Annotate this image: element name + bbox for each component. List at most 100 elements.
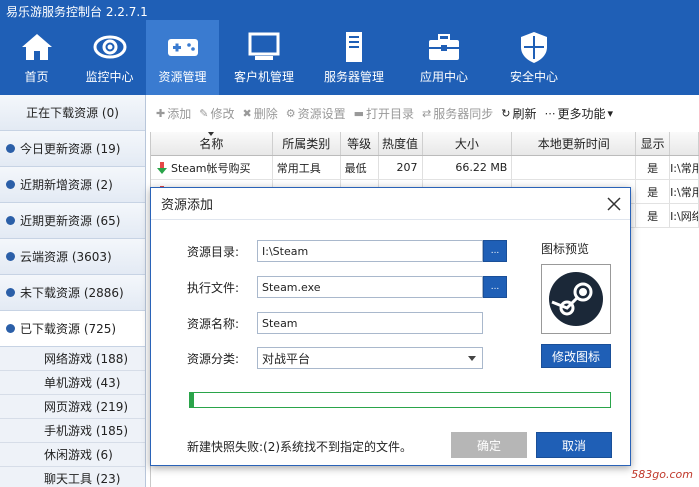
sidebar-item-downloaded[interactable]: 已下载资源 (725) xyxy=(0,311,145,347)
resource-dir-row: 资源目录: I:\Steam ... xyxy=(187,240,507,262)
table-row[interactable]: Steam帐号购买 常用工具 最低 207 66.22 MB 是 I:\常用 xyxy=(151,156,699,180)
resource-name-row: 资源名称: Steam xyxy=(187,312,483,334)
sidebar-item-downloading[interactable]: 正在下载资源 (0) xyxy=(0,95,145,131)
monitor-icon xyxy=(248,32,280,60)
browse-exe-button[interactable]: ... xyxy=(483,276,507,298)
delete-button[interactable]: ✖ 删除 xyxy=(242,105,277,122)
progress-bar xyxy=(189,392,611,408)
column-header-path[interactable] xyxy=(670,132,699,155)
eye-icon xyxy=(93,35,126,59)
nav-resource-management[interactable]: 资源管理 xyxy=(146,20,219,95)
column-header-label: 大小 xyxy=(454,137,479,151)
settings-icon: ⚙ xyxy=(285,106,296,120)
cell-show: 是 xyxy=(636,204,671,227)
column-header-label: 热度值 xyxy=(382,137,419,151)
sidebar-item-recent-added[interactable]: 近期新增资源 (2) xyxy=(0,167,145,203)
sidebar-subitem-casual-games[interactable]: 休闲游戏 (6) xyxy=(0,443,145,467)
cell-category: 常用工具 xyxy=(273,156,341,179)
icon-preview xyxy=(541,264,611,334)
open-dir-label: 打开目录 xyxy=(366,106,415,121)
toolbar: ✚ 添加 ✎ 修改 ✖ 删除 ⚙ 资源设置 ▬ 打开目录 ⇄ 服务器同步 ↻ 刷新 ⋯ 更多功能… xyxy=(150,101,699,125)
nav-security-center[interactable]: 安全中心 xyxy=(489,20,579,95)
nav-home[interactable]: 首页 xyxy=(0,20,73,95)
change-icon-button[interactable]: 修改图标 xyxy=(541,344,611,368)
nav-client-management[interactable]: 客户机管理 xyxy=(219,20,309,95)
main-nav: 首页 监控中心 资源管理 客户机管理 服务器管理 应用中心 安全中心 xyxy=(0,20,579,95)
cell-path: I:\常用 xyxy=(670,180,699,203)
chevron-down-icon: ▾ xyxy=(607,106,614,120)
server-sync-button[interactable]: ⇄ 服务器同步 xyxy=(422,105,493,122)
column-header-category[interactable]: 所属类别 xyxy=(273,132,341,155)
bullet-icon xyxy=(6,324,15,333)
server-icon xyxy=(346,32,362,62)
nav-app-center[interactable]: 应用中心 xyxy=(399,20,489,95)
sidebar-item-cloud[interactable]: 云端资源 (3603) xyxy=(0,239,145,275)
resource-name-label: 资源名称: xyxy=(187,316,240,331)
refresh-icon: ↻ xyxy=(501,106,511,120)
sidebar-item-label: 正在下载资源 (0) xyxy=(26,106,119,120)
column-header-level[interactable]: 等级 xyxy=(341,132,379,155)
sidebar-item-not-downloaded[interactable]: 未下载资源 (2886) xyxy=(0,275,145,311)
cancel-button[interactable]: 取消 xyxy=(536,432,612,458)
cross-icon: ✖ xyxy=(242,106,252,120)
resource-settings-button[interactable]: ⚙ 资源设置 xyxy=(286,105,346,122)
resource-category-select[interactable]: 对战平台 xyxy=(257,347,483,369)
app-header: 易乐游服务控制台 2.2.7.1 首页 监控中心 资源管理 客户机管理 服务器管… xyxy=(0,0,699,95)
table-header: 名称 所属类别 等级 热度值 大小 本地更新时间 显示 xyxy=(151,132,699,156)
sidebar-subitem-label: 休闲游戏 (6) xyxy=(44,448,113,462)
column-header-label: 名称 xyxy=(199,137,224,151)
bullet-icon xyxy=(6,216,15,225)
add-resource-dialog: 资源添加 资源目录: I:\Steam ... 执行文件: Steam.exe … xyxy=(150,187,631,466)
nav-security-label: 安全中心 xyxy=(509,70,558,84)
sidebar-subitem-mobile-games[interactable]: 手机游戏 (185) xyxy=(0,419,145,443)
sidebar-subitem-single-games[interactable]: 单机游戏 (43) xyxy=(0,371,145,395)
exe-file-label: 执行文件: xyxy=(187,280,240,295)
sync-icon: ⇄ xyxy=(422,106,432,120)
app-title: 易乐游服务控制台 2.2.7.1 xyxy=(6,5,148,19)
delete-label: 删除 xyxy=(253,106,278,121)
column-header-local-update-time[interactable]: 本地更新时间 xyxy=(512,132,637,155)
shield-icon xyxy=(521,32,547,63)
column-header-label: 等级 xyxy=(347,137,372,151)
column-header-name[interactable]: 名称 xyxy=(151,132,273,155)
resource-dir-input[interactable]: I:\Steam xyxy=(257,240,483,262)
browse-dir-button[interactable]: ... xyxy=(483,240,507,262)
add-button[interactable]: ✚ 添加 xyxy=(156,105,191,122)
sidebar-subitem-label: 单机游戏 (43) xyxy=(44,376,121,390)
pencil-icon: ✎ xyxy=(199,106,209,120)
column-header-size[interactable]: 大小 xyxy=(423,132,513,155)
resource-category-label: 资源分类: xyxy=(187,351,240,366)
sidebar-item-recent-updated[interactable]: 近期更新资源 (65) xyxy=(0,203,145,239)
add-label: 添加 xyxy=(167,106,192,121)
sidebar-item-label: 近期新增资源 (2) xyxy=(20,178,113,192)
home-icon xyxy=(21,34,52,60)
column-header-label: 所属类别 xyxy=(282,137,331,151)
column-header-label: 显示 xyxy=(640,137,665,151)
sidebar-item-label: 近期更新资源 (65) xyxy=(20,214,121,228)
more-functions-button[interactable]: ⋯ 更多功能 ▾ xyxy=(544,105,613,122)
refresh-button[interactable]: ↻ 刷新 xyxy=(501,105,536,122)
exe-file-input[interactable]: Steam.exe xyxy=(257,276,483,298)
sidebar-subitem-chat-tools[interactable]: 聊天工具 (23) xyxy=(0,467,145,487)
column-header-heat[interactable]: 热度值 xyxy=(379,132,423,155)
sidebar-subitem-label: 网页游戏 (219) xyxy=(44,400,129,414)
sidebar-item-label: 已下载资源 (725) xyxy=(20,322,117,336)
sidebar-subitem-web-games[interactable]: 网页游戏 (219) xyxy=(0,395,145,419)
cell-path: I:\常用 xyxy=(670,156,699,179)
ok-button[interactable]: 确定 xyxy=(451,432,527,458)
column-header-label: 本地更新时间 xyxy=(537,137,610,151)
sidebar-item-label: 今日更新资源 (19) xyxy=(20,142,121,156)
sidebar-subitem-online-games[interactable]: 网络游戏 (188) xyxy=(0,347,145,371)
sidebar-item-today-updated[interactable]: 今日更新资源 (19) xyxy=(0,131,145,167)
open-directory-button[interactable]: ▬ 打开目录 xyxy=(354,105,414,122)
column-header-show[interactable]: 显示 xyxy=(636,132,671,155)
nav-monitor-center[interactable]: 监控中心 xyxy=(73,20,146,95)
edit-button[interactable]: ✎ 修改 xyxy=(199,105,234,122)
close-icon[interactable] xyxy=(604,194,624,214)
resource-name-input[interactable]: Steam xyxy=(257,312,483,334)
download-arrow-icon xyxy=(157,161,167,174)
more-icon: ⋯ xyxy=(544,106,556,120)
nav-monitor-label: 监控中心 xyxy=(85,70,134,84)
gamepad-icon xyxy=(167,39,198,56)
nav-server-management[interactable]: 服务器管理 xyxy=(309,20,399,95)
